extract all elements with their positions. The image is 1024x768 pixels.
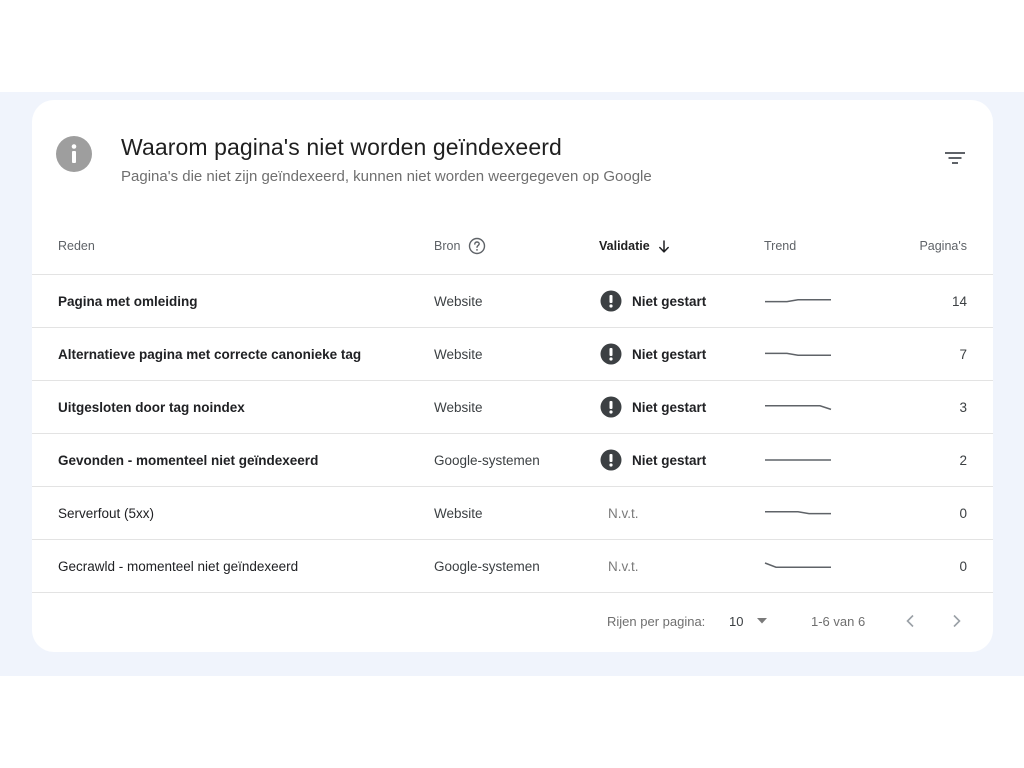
row-validation: Niet gestart: [600, 434, 706, 486]
chevron-right-icon: [953, 614, 961, 628]
help-icon[interactable]: [468, 237, 486, 255]
row-trend: [764, 540, 832, 592]
row-validation: N.v.t.: [600, 487, 639, 539]
filter-icon: [945, 152, 965, 164]
row-validation: Niet gestart: [600, 381, 706, 433]
next-page-button[interactable]: [952, 592, 962, 650]
row-source: Google-systemen: [434, 452, 540, 468]
column-header-paginas[interactable]: Pagina's: [919, 218, 967, 274]
exclamation-icon: [600, 343, 622, 365]
row-source: Website: [434, 505, 483, 521]
column-header-validatie-label: Validatie: [599, 239, 650, 253]
row-source: Website: [434, 293, 483, 309]
column-header-validatie[interactable]: Validatie: [599, 218, 670, 274]
column-header-trend[interactable]: Trend: [764, 218, 796, 274]
exclamation-icon: [600, 449, 622, 471]
trend-line: [765, 352, 831, 356]
table-row[interactable]: Alternatieve pagina met correcte canonie…: [32, 328, 993, 381]
trend-line: [765, 511, 831, 515]
trend-sparkline: [765, 299, 831, 303]
row-source: Google-systemen: [434, 558, 540, 574]
card-title: Waarom pagina's niet worden geïndexeerd: [121, 134, 562, 160]
row-reason: Pagina met omleiding: [58, 293, 198, 309]
validation-status: N.v.t.: [608, 505, 639, 521]
row-reason: Gecrawld - momenteel niet geïndexeerd: [58, 558, 299, 574]
trend-line: [765, 299, 831, 303]
dropdown-arrow-icon: [757, 618, 768, 624]
info-icon: [56, 136, 92, 172]
column-header-bron-label: Bron: [434, 239, 461, 253]
table-body: Pagina met omleiding Website Niet gestart 1…: [32, 275, 993, 593]
column-header-bron[interactable]: Bron: [434, 218, 486, 274]
exclamation-icon: [600, 396, 622, 418]
row-pages-count: 0: [959, 505, 967, 521]
validation-status: Niet gestart: [632, 399, 707, 415]
pagination-bar: Rijen per pagina: 10 1-6 van 6: [32, 592, 993, 650]
table-row[interactable]: Serverfout (5xx) Website N.v.t. 0: [32, 487, 993, 540]
table-row[interactable]: Pagina met omleiding Website Niet gestart 1…: [32, 275, 993, 328]
row-trend: [764, 434, 832, 486]
row-validation: Niet gestart: [600, 275, 706, 327]
validation-status: Niet gestart: [632, 293, 707, 309]
row-pages-count: 0: [959, 558, 967, 574]
trend-sparkline: [765, 352, 831, 356]
table-row[interactable]: Gecrawld - momenteel niet geïndexeerd Goo…: [32, 540, 993, 593]
row-source: Website: [434, 346, 483, 362]
previous-page-button[interactable]: [905, 592, 915, 650]
page-range: 1-6 van 6: [811, 613, 866, 629]
validation-status: N.v.t.: [608, 558, 639, 574]
row-source: Website: [434, 399, 483, 415]
not-indexed-card: Waarom pagina's niet worden geïndexeerd …: [32, 100, 993, 652]
trend-sparkline: [765, 459, 831, 461]
table-header: Reden Bron Validatie Trend Pagina's: [32, 218, 993, 275]
trend-line: [765, 405, 832, 411]
row-pages-count: 14: [951, 293, 967, 309]
exclamation-icon: [600, 290, 622, 312]
trend-sparkline: [764, 562, 831, 568]
rows-per-page-select[interactable]: 10: [729, 592, 768, 650]
filter-button[interactable]: [940, 146, 970, 170]
column-header-reden[interactable]: Reden: [58, 218, 95, 274]
row-reason: Gevonden - momenteel niet geïndexeerd: [58, 452, 319, 468]
table-row[interactable]: Gevonden - momenteel niet geïndexeerd Goo…: [32, 434, 993, 487]
trend-line: [764, 562, 831, 568]
rows-per-page-value: 10: [729, 613, 744, 629]
row-reason: Serverfout (5xx): [58, 505, 155, 521]
row-trend: [764, 275, 832, 327]
rows-per-page-label: Rijen per pagina:: [607, 613, 706, 629]
reasons-table: Reden Bron Validatie Trend Pagina's Pagi…: [32, 218, 993, 593]
row-pages-count: 2: [959, 452, 967, 468]
sort-arrow-down-icon: [658, 239, 669, 253]
row-reason: Alternatieve pagina met correcte canonie…: [58, 346, 362, 362]
row-trend: [764, 487, 832, 539]
row-pages-count: 7: [959, 346, 967, 362]
row-pages-count: 3: [959, 399, 967, 415]
table-row[interactable]: Uitgesloten door tag noindex Website Niet …: [32, 381, 993, 434]
row-trend: [764, 381, 832, 433]
validation-status: Niet gestart: [632, 452, 707, 468]
validation-status: Niet gestart: [632, 346, 707, 362]
row-reason: Uitgesloten door tag noindex: [58, 399, 245, 415]
row-validation: N.v.t.: [600, 540, 639, 592]
card-subtitle: Pagina's die niet zijn geïndexeerd, kunn…: [121, 168, 652, 185]
row-validation: Niet gestart: [600, 328, 706, 380]
trend-sparkline: [765, 511, 831, 515]
chevron-left-icon: [906, 614, 914, 628]
trend-sparkline: [765, 405, 832, 411]
row-trend: [764, 328, 832, 380]
